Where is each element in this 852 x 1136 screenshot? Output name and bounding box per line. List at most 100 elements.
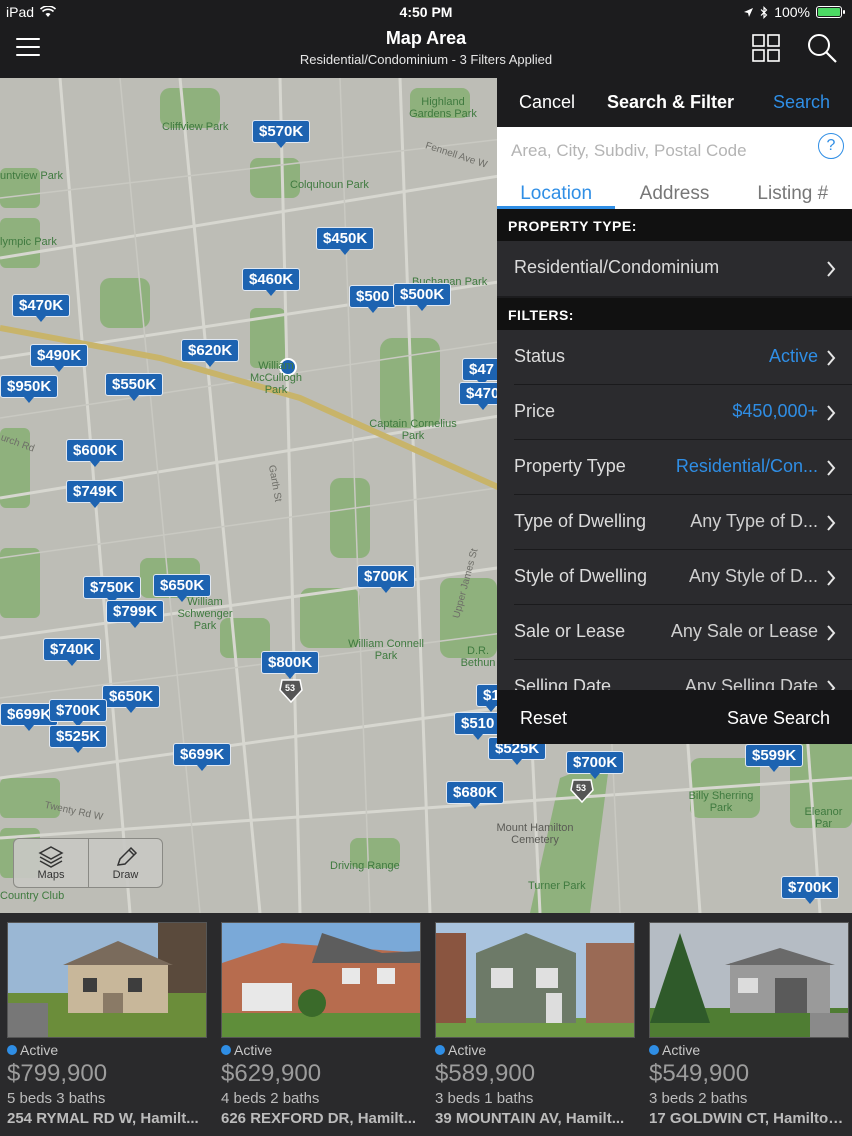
- price-pin[interactable]: $800K: [261, 651, 320, 679]
- search-button[interactable]: Search: [773, 92, 830, 113]
- help-icon[interactable]: ?: [818, 133, 844, 159]
- price-pin[interactable]: $525K: [49, 725, 108, 753]
- park-label: Eleanor Par: [804, 806, 843, 830]
- listing-card[interactable]: Active $589,900 3 beds 1 baths 39 MOUNTA…: [435, 922, 635, 1132]
- listing-status: Active: [221, 1042, 421, 1058]
- search-box: ? Location Address Listing #: [497, 127, 852, 209]
- cancel-button[interactable]: Cancel: [519, 92, 575, 113]
- price-pin[interactable]: $470K: [12, 294, 71, 322]
- chevron-right-icon: [827, 405, 836, 421]
- search-icon[interactable]: [806, 32, 838, 64]
- chevron-right-icon: [827, 350, 836, 366]
- battery-fill: [818, 8, 840, 16]
- chevron-right-icon: [827, 460, 836, 476]
- price-pin[interactable]: $600K: [66, 439, 125, 467]
- active-dot-icon: [7, 1045, 17, 1055]
- listing-carousel[interactable]: Active $799,900 5 beds 3 baths 254 RYMAL…: [0, 913, 852, 1136]
- panel-header: Cancel Search & Filter Search: [497, 78, 852, 127]
- price-pin[interactable]: $570K: [252, 120, 311, 148]
- tab-listing-number[interactable]: Listing #: [734, 181, 852, 209]
- panel-footer: Reset Save Search: [497, 690, 852, 744]
- price-pin[interactable]: $490K: [30, 344, 89, 372]
- draw-button[interactable]: Draw: [88, 839, 162, 887]
- listing-beds-baths: 3 beds 2 baths: [649, 1090, 748, 1107]
- price-pin[interactable]: $740K: [43, 638, 102, 666]
- filter-value: Any Style of D...: [688, 566, 818, 586]
- draw-label: Draw: [112, 869, 139, 881]
- price-pin[interactable]: $750K: [83, 576, 142, 604]
- price-pin[interactable]: $650K: [102, 685, 161, 713]
- park-label: untview Park: [0, 170, 63, 182]
- filter-row-sale-or-lease[interactable]: Sale or Lease Any Sale or Lease: [497, 605, 852, 660]
- pencil-icon: [116, 846, 137, 866]
- filter-row-status[interactable]: Status Active: [497, 330, 852, 385]
- price-pin[interactable]: $460K: [242, 268, 301, 296]
- listing-beds-baths: 4 beds 2 baths: [221, 1090, 320, 1107]
- price-pin[interactable]: $700K: [49, 699, 108, 727]
- park-label: D.R. Bethun: [460, 645, 496, 669]
- price-pin[interactable]: $680K: [446, 781, 505, 809]
- search-tabs: Location Address Listing #: [497, 181, 852, 209]
- park-label: Captain Cornelius Park: [369, 418, 457, 442]
- filter-row-style-of-dwelling[interactable]: Style of Dwelling Any Style of D...: [497, 550, 852, 605]
- filters-header: FILTERS:: [497, 298, 852, 330]
- status-right: 100%: [743, 4, 845, 20]
- price-pin[interactable]: $799K: [106, 600, 165, 628]
- filter-row-price[interactable]: Price $450,000+: [497, 385, 852, 440]
- listing-price: $629,900: [221, 1060, 322, 1087]
- reset-button[interactable]: Reset: [520, 708, 567, 729]
- tab-address[interactable]: Address: [615, 181, 733, 209]
- listing-address: 17 GOLDWIN CT, Hamilton...: [649, 1110, 849, 1127]
- filter-label: Style of Dwelling: [514, 566, 648, 586]
- location-arrow-icon: [744, 7, 754, 17]
- active-dot-icon: [435, 1045, 445, 1055]
- listing-beds-baths: 3 beds 1 baths: [435, 1090, 534, 1107]
- park-label: William McCullogh Park: [250, 360, 302, 396]
- listing-card[interactable]: Active $629,900 4 beds 2 baths 626 REXFO…: [221, 922, 421, 1132]
- save-search-button[interactable]: Save Search: [727, 708, 830, 729]
- filter-value: Any Type of D...: [690, 511, 818, 531]
- panel-title: Search & Filter: [607, 92, 735, 112]
- top-nav-bar: Map Area Residential/Condominium - 3 Fil…: [0, 24, 852, 78]
- price-pin[interactable]: $950K: [0, 375, 59, 403]
- price-pin[interactable]: $700K: [357, 565, 416, 593]
- price-pin[interactable]: $620K: [181, 339, 240, 367]
- listing-price: $549,900: [649, 1060, 750, 1087]
- price-pin[interactable]: $500K: [393, 283, 452, 311]
- listing-card[interactable]: Active $549,900 3 beds 2 baths 17 GOLDWI…: [649, 922, 849, 1132]
- listing-status: Active: [435, 1042, 635, 1058]
- listing-status-text: Active: [662, 1042, 701, 1058]
- price-pin[interactable]: $650K: [153, 574, 212, 602]
- park-label: lympic Park: [0, 236, 57, 248]
- price-pin[interactable]: $450K: [316, 227, 375, 255]
- price-pin[interactable]: $700K: [781, 876, 840, 904]
- park-label: Cliffview Park: [162, 121, 229, 133]
- price-pin[interactable]: $699K: [173, 743, 232, 771]
- park-label: Driving Range: [330, 860, 400, 872]
- battery-percent: 100%: [774, 4, 810, 20]
- price-pin[interactable]: $599K: [745, 744, 804, 772]
- tab-location[interactable]: Location: [497, 181, 616, 209]
- price-pin[interactable]: $550K: [105, 373, 164, 401]
- bluetooth-icon: [760, 5, 768, 19]
- park-label: Turner Park: [528, 880, 586, 892]
- price-pin[interactable]: $749K: [66, 480, 125, 508]
- property-type-row[interactable]: Residential/Condominium: [497, 241, 852, 296]
- listing-card[interactable]: Active $799,900 5 beds 3 baths 254 RYMAL…: [7, 922, 207, 1132]
- price-pin[interactable]: $500: [349, 285, 397, 313]
- price-pin[interactable]: $510: [454, 712, 502, 740]
- filter-row-property-type[interactable]: Property Type Residential/Con...: [497, 440, 852, 495]
- price-pin[interactable]: $700K: [566, 751, 625, 779]
- location-search-input[interactable]: [511, 137, 811, 165]
- page-title: Map Area: [385, 28, 467, 48]
- filter-value: $450,000+: [732, 401, 818, 421]
- filter-label: Property Type: [514, 456, 626, 476]
- grid-view-icon[interactable]: [752, 34, 780, 62]
- page-subtitle: Residential/Condominium - 3 Filters Appl…: [299, 52, 553, 67]
- maps-layer-button[interactable]: Maps: [14, 839, 88, 887]
- listing-status: Active: [649, 1042, 849, 1058]
- chevron-right-icon: [827, 570, 836, 586]
- chevron-right-icon: [827, 515, 836, 531]
- price-pin[interactable]: $47: [462, 358, 502, 386]
- filter-row-type-of-dwelling[interactable]: Type of Dwelling Any Type of D...: [497, 495, 852, 550]
